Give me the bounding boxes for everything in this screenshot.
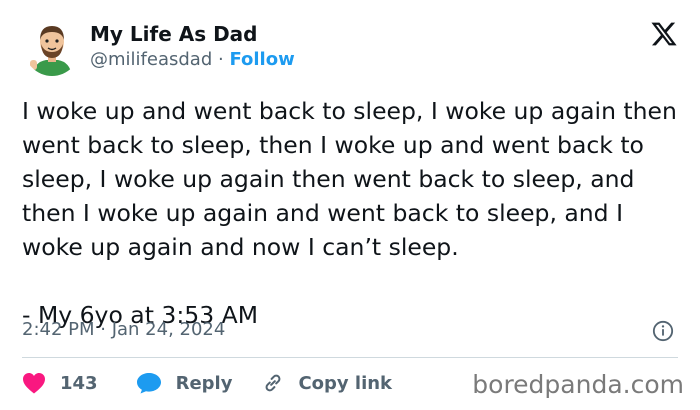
heart-icon (23, 373, 45, 394)
avatar[interactable] (24, 20, 80, 76)
boredpanda-watermark: boredpanda.com (472, 370, 684, 399)
avatar-illustration (24, 20, 80, 76)
divider (22, 357, 678, 358)
like-button[interactable]: 143 (22, 372, 98, 394)
info-icon[interactable] (652, 320, 674, 342)
author-handle[interactable]: @milifeasdad (90, 49, 212, 70)
action-bar: 143 Reply Copy link (22, 368, 392, 398)
tweet-timestamp[interactable]: 2:42 PM · Jan 24, 2024 (22, 318, 225, 342)
reply-button[interactable]: Reply (136, 372, 233, 394)
x-logo-icon[interactable] (650, 20, 678, 48)
author-name[interactable]: My Life As Dad (90, 22, 258, 46)
like-count: 143 (60, 372, 98, 394)
speech-bubble-icon (136, 373, 161, 394)
author-handle-row: @milifeasdad · Follow (90, 48, 295, 72)
separator-dot: · (217, 49, 224, 70)
link-icon (266, 374, 281, 392)
tweet-text: I woke up and went back to sleep, I woke… (22, 97, 677, 329)
copy-link-label: Copy link (298, 372, 393, 394)
copy-link-button[interactable]: Copy link (262, 372, 392, 394)
reply-label: Reply (175, 372, 233, 394)
follow-button[interactable]: Follow (229, 49, 294, 70)
